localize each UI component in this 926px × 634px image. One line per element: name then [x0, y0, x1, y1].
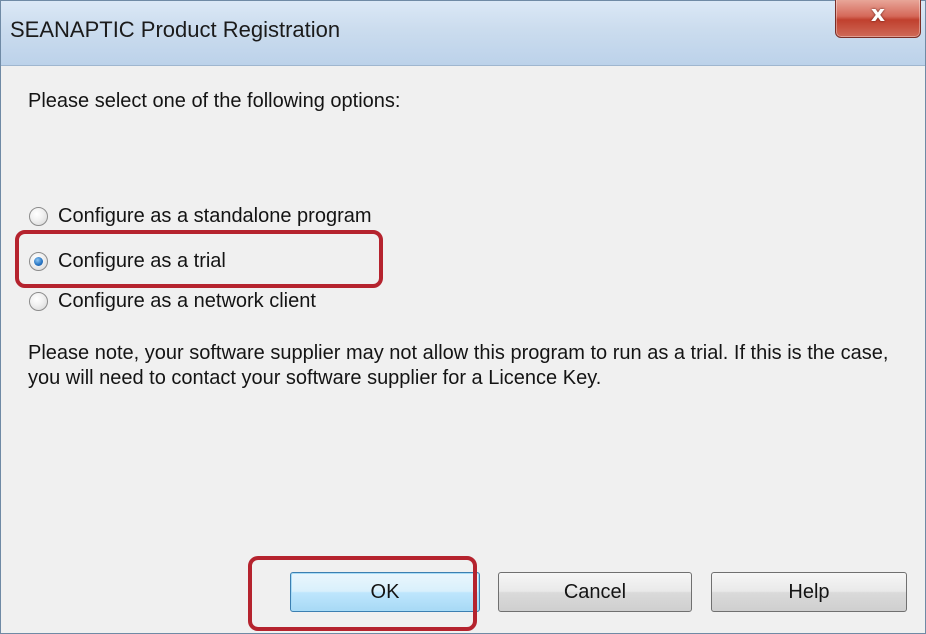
- radio-trial[interactable]: [29, 251, 48, 271]
- ok-button[interactable]: OK: [290, 572, 480, 612]
- option-trial-label[interactable]: Configure as a trial: [58, 250, 226, 273]
- option-network-client[interactable]: Configure as a network client: [29, 287, 316, 315]
- radio-standalone[interactable]: [29, 206, 48, 226]
- radio-network-client[interactable]: [29, 291, 48, 311]
- close-icon: x: [870, 2, 886, 27]
- option-network-client-label[interactable]: Configure as a network client: [58, 290, 316, 313]
- option-standalone[interactable]: Configure as a standalone program: [29, 202, 372, 230]
- window-title: SEANAPTIC Product Registration: [10, 17, 341, 42]
- dialog-body: Please select one of the following optio…: [1, 66, 925, 633]
- trial-note-text: Please note, your software supplier may …: [28, 342, 889, 389]
- option-trial[interactable]: Configure as a trial: [29, 247, 226, 275]
- title-bar[interactable]: SEANAPTIC Product Registration x: [1, 0, 925, 66]
- instruction-text: Please select one of the following optio…: [28, 90, 401, 112]
- help-button[interactable]: Help: [711, 572, 907, 612]
- close-button[interactable]: x: [835, 0, 921, 38]
- registration-dialog-window: SEANAPTIC Product Registration x Please …: [0, 0, 926, 634]
- cancel-button[interactable]: Cancel: [498, 572, 692, 612]
- option-standalone-label[interactable]: Configure as a standalone program: [58, 205, 372, 228]
